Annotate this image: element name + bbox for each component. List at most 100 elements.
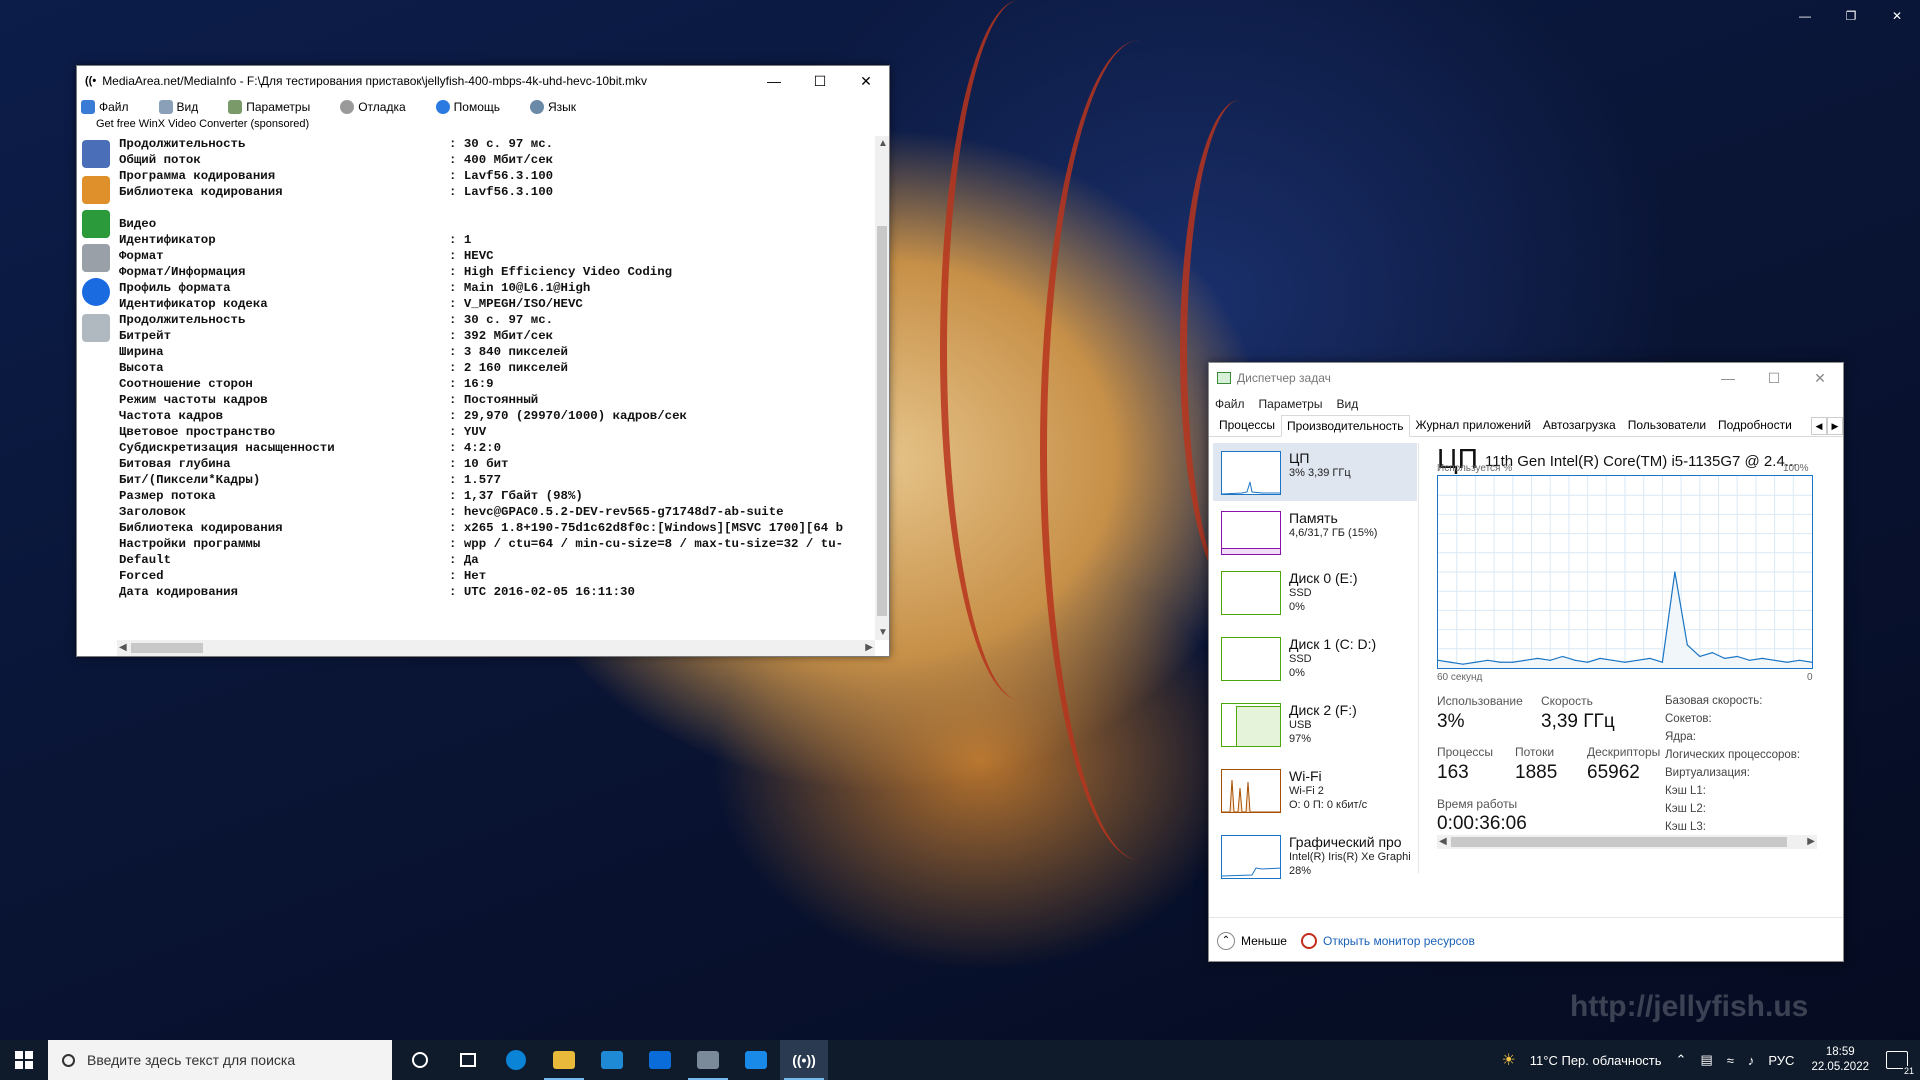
mail-icon[interactable] (636, 1040, 684, 1080)
wifi-icon[interactable]: ≈ (1727, 1053, 1734, 1068)
maximize-button[interactable]: ☐ (1751, 363, 1797, 393)
menu-help[interactable]: Помощь (435, 100, 500, 114)
resource-gpu[interactable]: Графический про Intel(R) Iris(R) Xe Graph… (1213, 827, 1417, 885)
info-key: Цветовое пространство (119, 425, 276, 439)
task-view-icon[interactable] (444, 1040, 492, 1080)
close-button[interactable]: ✕ (1797, 363, 1843, 393)
knowledge-base-icon[interactable] (82, 314, 110, 342)
tab-app-history[interactable]: Журнал приложений (1410, 414, 1537, 436)
minimize-button[interactable]: — (751, 66, 797, 96)
tab-startup[interactable]: Автозагрузка (1537, 414, 1622, 436)
spec-l1: Кэш L1: (1665, 785, 1706, 797)
preferences-icon[interactable] (82, 244, 110, 272)
menu-view[interactable]: Вид (158, 100, 198, 114)
cortana-icon[interactable] (396, 1040, 444, 1080)
minimize-button[interactable]: — (1705, 363, 1751, 393)
mediainfo-taskbar-icon[interactable]: ((•)) (780, 1040, 828, 1080)
start-button[interactable] (0, 1040, 48, 1080)
open-folder-icon[interactable] (82, 176, 110, 204)
close-icon[interactable]: ✕ (1874, 0, 1920, 32)
taskmanager-titlebar[interactable]: Диспетчер задач — ☐ ✕ (1209, 363, 1843, 393)
search-box[interactable]: Введите здесь текст для поиска (48, 1040, 392, 1080)
tab-left-icon[interactable]: ◀ (1811, 417, 1827, 435)
info-key: Идентификатор кодека (119, 297, 268, 311)
file-explorer-icon[interactable] (540, 1040, 588, 1080)
info-value (449, 216, 875, 232)
scroll-down-icon[interactable]: ▼ (878, 627, 888, 638)
sponsored-link[interactable]: Get free WinX Video Converter (sponsored… (77, 118, 889, 134)
resource-cpu[interactable]: ЦП 3% 3,39 ГГц (1213, 443, 1417, 501)
info-value: : 2 160 пикселей (449, 361, 568, 375)
tab-users[interactable]: Пользователи (1622, 414, 1712, 436)
mediainfo-window: ((• MediaArea.net/MediaInfo - F:\Для тес… (76, 65, 890, 657)
info-value: : 1.577 (449, 473, 502, 487)
tab-right-icon[interactable]: ▶ (1827, 417, 1843, 435)
resource-wifi[interactable]: Wi-Fi Wi-Fi 2 О: 0 П: 0 кбит/с (1213, 761, 1417, 819)
scroll-left-icon[interactable]: ◀ (119, 642, 127, 653)
cpu-point (1474, 661, 1476, 663)
info-icon[interactable] (82, 278, 110, 306)
edge-icon[interactable] (492, 1040, 540, 1080)
chevron-up-icon[interactable]: ⌃ (1676, 1052, 1687, 1068)
cpu-point (1761, 657, 1763, 659)
resource-disk1[interactable]: Диск 1 (C: D:) SSD 0% (1213, 629, 1417, 687)
scrollbar-thumb[interactable] (877, 226, 887, 616)
menu-options[interactable]: Параметры (228, 100, 310, 114)
media-app-icon[interactable] (732, 1040, 780, 1080)
clock[interactable]: 18:59 22.05.2022 (1811, 1045, 1869, 1075)
cpu-point (1798, 659, 1801, 661)
spec-virtualization: Виртуализация: (1665, 767, 1750, 779)
volume-icon[interactable]: ♪ (1748, 1053, 1755, 1068)
scrollbar-thumb[interactable] (1451, 837, 1787, 847)
scroll-up-icon[interactable]: ▲ (878, 138, 888, 149)
resource-disk2[interactable]: Диск 2 (F:) USB 97% (1213, 695, 1417, 753)
info-value: : HEVC (449, 249, 494, 263)
mediainfo-text-view[interactable]: Продолжительность: 30 с. 97 мс. Общий пот… (117, 136, 875, 656)
export-icon[interactable] (82, 210, 110, 238)
vertical-scrollbar[interactable]: ▲ ▼ (875, 136, 889, 640)
cpu-point (1624, 661, 1626, 663)
info-row: Дата кодирования: UTC 2016-02-05 16:11:3… (119, 584, 875, 600)
store-icon[interactable] (588, 1040, 636, 1080)
horizontal-scrollbar[interactable]: ◀ ▶ (117, 640, 875, 656)
info-value: : 3 840 пикселей (449, 345, 568, 359)
menu-language[interactable]: Язык (530, 100, 576, 114)
open-file-icon[interactable] (82, 140, 110, 168)
mediainfo-titlebar[interactable]: ((• MediaArea.net/MediaInfo - F:\Для тес… (77, 66, 889, 96)
cpu-point (1699, 655, 1701, 658)
scroll-left-icon[interactable]: ◀ (1439, 836, 1447, 847)
time-label: 60 секунд (1437, 672, 1483, 683)
weather-icon[interactable]: ☀ (1501, 1050, 1515, 1070)
chevron-up-icon[interactable]: ⌃ (1217, 931, 1235, 950)
network-icon[interactable]: ▤ (1700, 1052, 1712, 1068)
language-indicator[interactable]: РУС (1768, 1053, 1794, 1068)
weather-text[interactable]: 11°C Пер. облачность (1530, 1053, 1662, 1068)
scrollbar-thumb[interactable] (131, 643, 203, 653)
menu-file[interactable]: Файл (81, 100, 129, 114)
tab-processes[interactable]: Процессы (1213, 414, 1281, 436)
menu-debug[interactable]: Отладка (340, 100, 406, 114)
fewer-details-button[interactable]: Меньше (1241, 934, 1287, 948)
resource-memory[interactable]: Память 4,6/31,7 ГБ (15%) (1213, 503, 1417, 561)
open-resource-monitor-link[interactable]: Открыть монитор ресурсов (1323, 934, 1475, 948)
scroll-right-icon[interactable]: ▶ (1807, 836, 1815, 847)
info-key: Библиотека кодирования (119, 521, 283, 535)
restore-icon[interactable]: ❐ (1828, 0, 1874, 32)
horizontal-scrollbar[interactable]: ◀ ▶ (1437, 835, 1817, 849)
close-button[interactable]: ✕ (843, 66, 889, 96)
notifications-icon[interactable]: 21 (1886, 1051, 1915, 1076)
minimize-icon[interactable]: — (1782, 0, 1828, 32)
menu-view[interactable]: Вид (1336, 397, 1358, 411)
info-value: : UTC 2016-02-05 16:11:30 (449, 585, 635, 599)
cpu-point (1786, 661, 1788, 663)
tab-performance[interactable]: Производительность (1281, 415, 1410, 437)
scroll-right-icon[interactable]: ▶ (865, 642, 873, 653)
tab-details[interactable]: Подробности (1712, 414, 1798, 436)
maximize-button[interactable]: ☐ (797, 66, 843, 96)
menu-options[interactable]: Параметры (1259, 397, 1323, 411)
taskmanager-taskbar-icon[interactable] (684, 1040, 732, 1080)
menu-file[interactable]: Файл (1215, 397, 1245, 411)
info-key: Высота (119, 361, 164, 375)
info-value: : Нет (449, 569, 487, 583)
resource-disk0[interactable]: Диск 0 (E:) SSD 0% (1213, 563, 1417, 621)
